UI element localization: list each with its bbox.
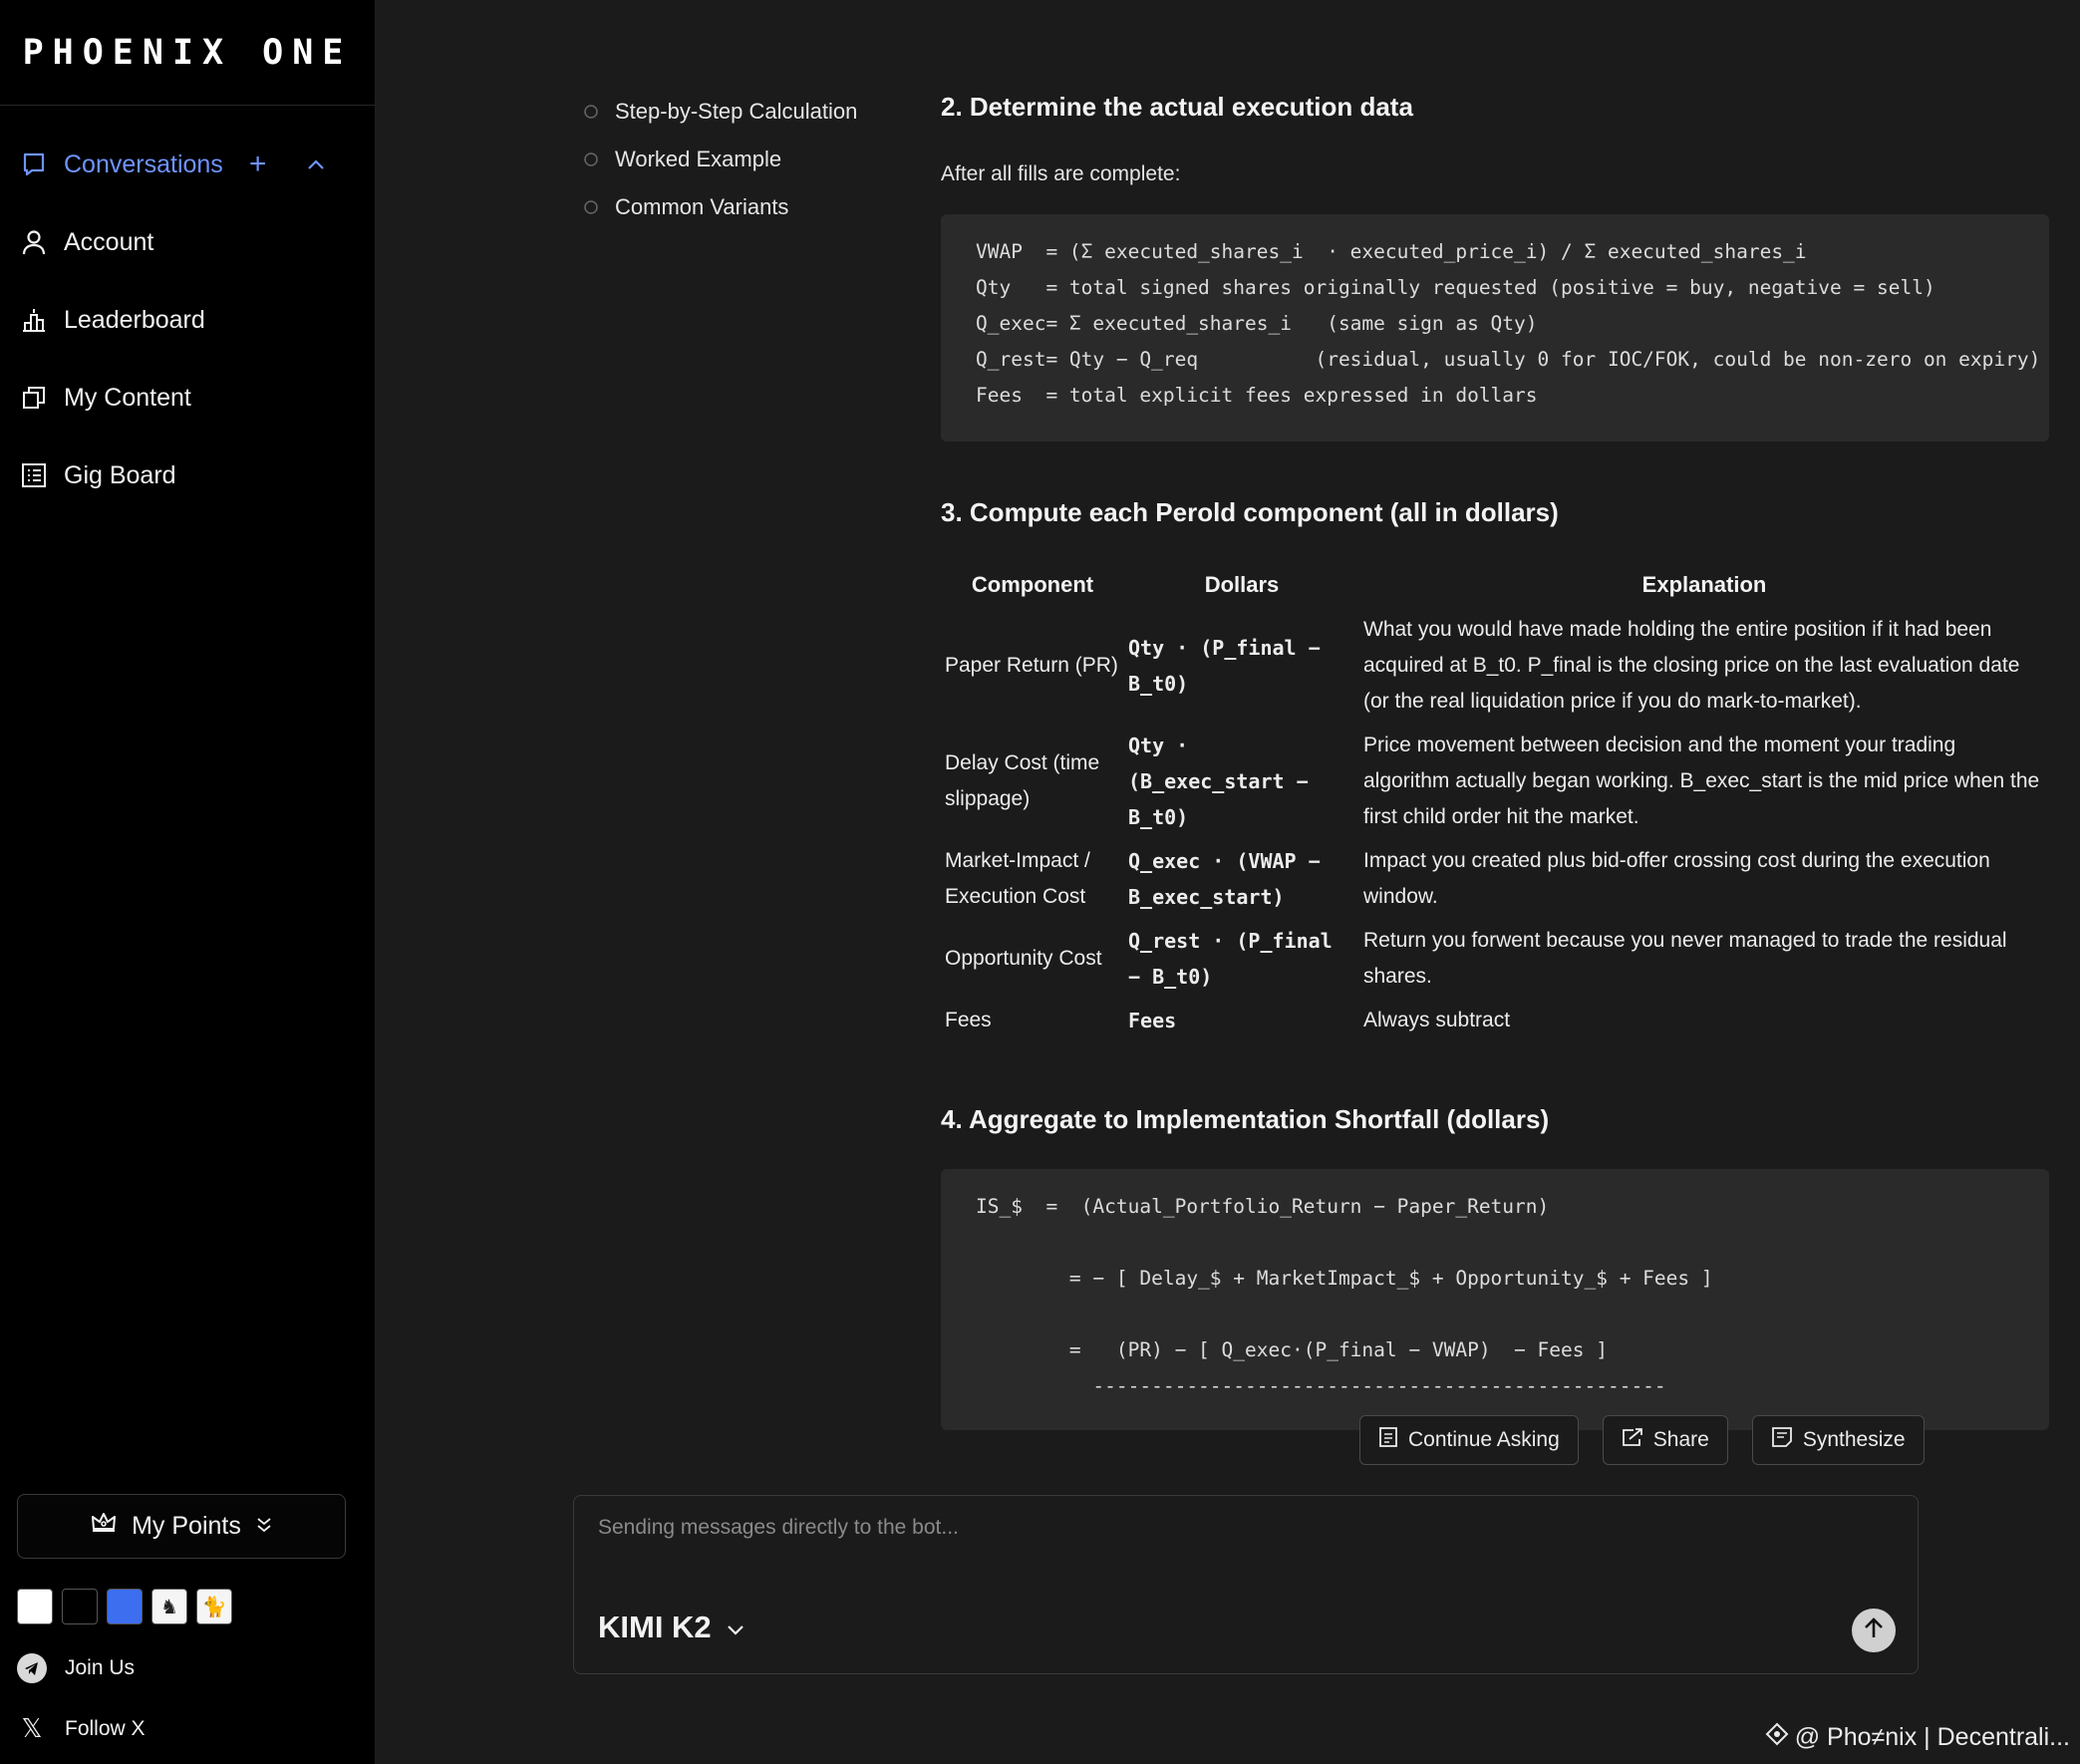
join-us-link[interactable]: Join Us <box>17 1653 135 1683</box>
podium-icon <box>20 306 48 334</box>
table-row: Delay Cost (time slippage) Qty · (B_exec… <box>941 724 2049 839</box>
component-cell: Paper Return (PR) <box>945 654 1118 677</box>
telegram-icon <box>17 1653 47 1683</box>
synthesize-label: Synthesize <box>1802 1428 1906 1451</box>
sidebar-item-conversations[interactable]: Conversations + <box>0 126 375 203</box>
theme-blue-swatch[interactable] <box>107 1589 143 1624</box>
message-composer: KIMI K2 <box>573 1495 1919 1674</box>
message-actions: Continue Asking Share Synthesize <box>1359 1415 1925 1465</box>
toc-item-label: Worked Example <box>615 147 782 171</box>
section-heading: 2. Determine the actual execution data <box>941 92 1413 122</box>
link-icon <box>582 150 600 168</box>
sidebar-item-label: Leaderboard <box>64 305 205 334</box>
new-conversation-button[interactable]: + <box>249 147 267 181</box>
list-icon <box>20 461 48 489</box>
component-cell: Opportunity Cost <box>945 947 1102 970</box>
table-row: Fees Fees Always subtract <box>941 999 2049 1042</box>
theme-swatches: ♞ 🐈 <box>17 1589 232 1624</box>
share-icon <box>1622 1427 1643 1453</box>
join-us-label: Join Us <box>65 1656 136 1679</box>
table-row: Opportunity Cost Q_rest · (P_final − B_t… <box>941 919 2049 999</box>
table-header: Explanation <box>1641 572 1767 597</box>
sidebar-item-label: My Content <box>64 383 191 412</box>
component-cell: Delay Cost (time slippage) <box>945 751 1100 810</box>
explanation-cell: Always subtract <box>1363 1009 1511 1031</box>
footer-brand[interactable]: @ Pho≠nix | Decentrali... <box>1765 1722 2070 1753</box>
message-input[interactable] <box>598 1516 1884 1596</box>
user-icon <box>20 228 48 256</box>
component-cell: Fees <box>945 1009 992 1031</box>
sidebar: PHOENIX ONE Conversations + Account Lead… <box>0 0 376 1764</box>
message-content: 2. Determine the actual execution data A… <box>941 88 2049 1430</box>
chevron-double-down-icon <box>255 1512 273 1541</box>
toc-item[interactable]: Worked Example <box>582 136 857 183</box>
share-button[interactable]: Share <box>1602 1415 1728 1465</box>
sidebar-item-label: Conversations <box>64 149 223 178</box>
synthesize-button[interactable]: Synthesize <box>1751 1415 1925 1465</box>
explanation-cell: Return you forwent because you never man… <box>1363 929 2007 988</box>
explanation-cell: Impact you created plus bid-offer crossi… <box>1363 849 1990 908</box>
arrow-up-icon <box>1863 1617 1885 1645</box>
note-icon <box>1771 1426 1793 1454</box>
crown-icon <box>90 1511 118 1542</box>
theme-cat-swatch[interactable]: 🐈 <box>196 1589 232 1624</box>
follow-x-label: Follow X <box>65 1716 146 1740</box>
section-heading: 3. Compute each Perold component (all in… <box>941 497 1559 527</box>
follow-x-link[interactable]: 𝕏 Follow X <box>17 1713 146 1744</box>
chat-icon <box>20 150 48 178</box>
perold-table: Component Dollars Explanation Paper Retu… <box>941 562 2049 1042</box>
sidebar-nav: Conversations + Account Leaderboard My C… <box>0 106 375 514</box>
table-of-contents: Step-by-Step Calculation Worked Example … <box>582 88 857 231</box>
sidebar-item-account[interactable]: Account <box>0 203 375 281</box>
explanation-cell: Price movement between decision and the … <box>1363 734 2040 828</box>
link-icon <box>582 198 600 216</box>
sidebar-item-gig-board[interactable]: Gig Board <box>0 437 375 514</box>
code-block: VWAP = (Σ executed_shares_i · executed_p… <box>941 214 2049 441</box>
chevron-up-icon[interactable] <box>306 157 326 171</box>
footer-text: @ Pho≠nix | Decentrali... <box>1794 1723 2070 1751</box>
continue-asking-label: Continue Asking <box>1408 1428 1560 1451</box>
chevron-down-icon <box>726 1610 745 1645</box>
toc-item[interactable]: Common Variants <box>582 183 857 231</box>
model-selector[interactable]: KIMI K2 <box>598 1610 745 1645</box>
diamond-logo-icon <box>1765 1722 1789 1753</box>
code-block: IS_$ = (Actual_Portfolio_Return − Paper_… <box>941 1169 2049 1430</box>
dollars-cell: Q_exec · (VWAP − B_exec_start) <box>1128 849 1321 909</box>
section-heading: 4. Aggregate to Implementation Shortfall… <box>941 1104 1550 1134</box>
table-header: Dollars <box>1204 572 1280 597</box>
model-label: KIMI K2 <box>598 1610 712 1644</box>
table-header-row: Component Dollars Explanation <box>941 562 2049 608</box>
x-logo-icon: 𝕏 <box>21 1713 43 1743</box>
explanation-cell: What you would have made holding the ent… <box>1363 618 2020 713</box>
copy-icon <box>20 384 48 412</box>
theme-horse-swatch[interactable]: ♞ <box>151 1589 187 1624</box>
share-label: Share <box>1652 1428 1709 1451</box>
sidebar-item-label: Gig Board <box>64 460 176 489</box>
sidebar-item-leaderboard[interactable]: Leaderboard <box>0 281 375 359</box>
my-points-button[interactable]: My Points <box>17 1494 346 1559</box>
toc-item[interactable]: Step-by-Step Calculation <box>582 88 857 136</box>
toc-item-label: Step-by-Step Calculation <box>615 99 858 124</box>
my-points-label: My Points <box>132 1512 241 1540</box>
document-icon <box>1378 1426 1398 1454</box>
table-row: Market-Impact / Execution Cost Q_exec · … <box>941 839 2049 919</box>
dollars-cell: Fees <box>1128 1009 1177 1032</box>
sidebar-item-my-content[interactable]: My Content <box>0 359 375 437</box>
table-header: Component <box>971 572 1094 597</box>
table-row: Paper Return (PR) Qty · (P_final − B_t0)… <box>941 608 2049 724</box>
theme-white-swatch[interactable] <box>17 1589 53 1624</box>
send-button[interactable] <box>1852 1609 1896 1652</box>
component-cell: Market-Impact / Execution Cost <box>945 849 1090 908</box>
dollars-cell: Q_rest · (P_final − B_t0) <box>1128 929 1333 989</box>
brand-logo[interactable]: PHOENIX ONE <box>0 0 375 106</box>
sidebar-item-label: Account <box>64 227 154 256</box>
dollars-cell: Qty · (B_exec_start − B_t0) <box>1128 734 1309 829</box>
paragraph: After all fills are complete: <box>941 162 1181 185</box>
link-icon <box>582 103 600 121</box>
theme-black-swatch[interactable] <box>62 1589 98 1624</box>
dollars-cell: Qty · (P_final − B_t0) <box>1128 636 1321 696</box>
continue-asking-button[interactable]: Continue Asking <box>1359 1415 1579 1465</box>
toc-item-label: Common Variants <box>615 194 789 219</box>
